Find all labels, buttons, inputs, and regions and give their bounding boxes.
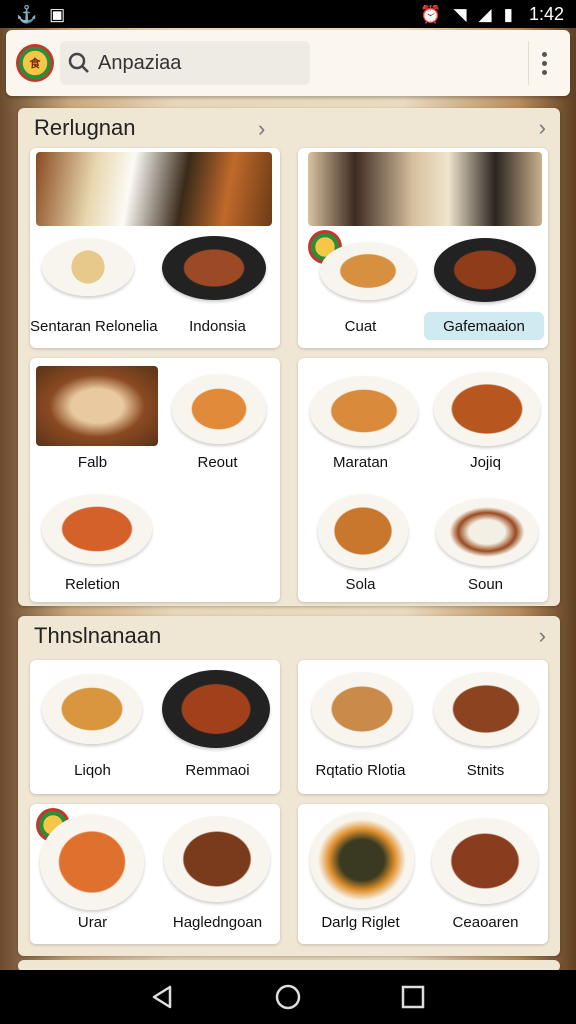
food-card[interactable]: Rqtatio Rlotia Stnits bbox=[298, 660, 548, 794]
dish-label: Hagledngoan bbox=[172, 914, 263, 931]
app-logo-icon[interactable]: 食 bbox=[16, 44, 54, 82]
battery-icon: ▮ bbox=[503, 4, 513, 24]
dish-image bbox=[42, 674, 142, 744]
section-title: Rerlugnan bbox=[34, 115, 136, 140]
food-card[interactable]: Maratan Jojiq Sola Soun bbox=[298, 358, 548, 602]
dish-image bbox=[436, 498, 538, 566]
dish-label: Indonsia bbox=[189, 318, 246, 335]
usb-icon: ⚓ bbox=[16, 4, 38, 24]
food-card[interactable]: Liqoh Remmaoi bbox=[30, 660, 280, 794]
dish-label: Darlg Riglet bbox=[321, 914, 400, 931]
chevron-right-icon[interactable]: › bbox=[539, 115, 546, 141]
search-icon[interactable] bbox=[66, 50, 92, 76]
home-icon[interactable] bbox=[273, 982, 303, 1012]
back-icon[interactable] bbox=[148, 982, 178, 1012]
food-photo bbox=[308, 152, 542, 226]
section-header: Rerlugnan › › bbox=[18, 108, 560, 148]
dish-label: Jojiq bbox=[470, 454, 501, 471]
alarm-icon: ⏰ bbox=[420, 4, 442, 24]
dish-label: Ceaoaren bbox=[452, 914, 519, 931]
food-photo bbox=[36, 152, 272, 226]
dish-label: Reletion bbox=[64, 576, 121, 593]
search-query[interactable]: Anpaziaa bbox=[98, 52, 181, 75]
chevron-right-icon[interactable]: › bbox=[258, 116, 265, 142]
section-header: Thnslnanaan › bbox=[18, 616, 560, 656]
recents-icon[interactable] bbox=[398, 982, 428, 1012]
section-popular: Thnslnanaan › Liqoh Remmaoi Rqtatio Rlot… bbox=[18, 616, 560, 956]
dish-image bbox=[434, 672, 538, 746]
dish-image bbox=[312, 672, 412, 746]
dish-label: Maratan bbox=[332, 454, 389, 471]
dish-image bbox=[40, 814, 144, 910]
more-vert-icon[interactable] bbox=[528, 41, 560, 85]
dish-label: Sola bbox=[345, 576, 376, 593]
dish-label: Falb bbox=[77, 454, 108, 471]
search-box[interactable]: Anpaziaa bbox=[60, 41, 310, 85]
chevron-right-icon[interactable]: › bbox=[539, 623, 546, 649]
food-card[interactable]: Urar Hagledngoan bbox=[30, 804, 280, 944]
dish-image bbox=[42, 238, 134, 296]
clock: 1:42 bbox=[528, 3, 564, 24]
dish-image bbox=[432, 818, 538, 904]
food-card[interactable]: Falb Reout Reletion bbox=[30, 358, 280, 602]
status-bar: ⚓ ▣ ⏰ ◥ ◢ ▮ 1:42 bbox=[0, 0, 576, 28]
screenshot-icon: ▣ bbox=[49, 4, 66, 24]
section-title: Thnslnanaan bbox=[34, 623, 162, 648]
dish-image bbox=[320, 242, 416, 300]
dish-label: Urar bbox=[77, 914, 108, 931]
dish-image bbox=[164, 816, 270, 902]
dish-label: Remmaoi bbox=[185, 762, 250, 779]
food-card[interactable]: Sentaran Relonelia Indonsia bbox=[30, 148, 280, 348]
dish-label: Rqtatio Rlotia bbox=[315, 762, 406, 779]
dish-image bbox=[310, 812, 414, 908]
dish-label: Sentaran Relonelia bbox=[30, 318, 158, 335]
dish-label: Stnits bbox=[466, 762, 505, 779]
section-recommended: Rerlugnan › › Sentaran Relonelia Indonsi… bbox=[18, 108, 560, 606]
dish-image bbox=[172, 374, 266, 444]
wifi-icon: ◥ bbox=[453, 4, 467, 24]
selected-dish-chip[interactable]: Gafemaaion bbox=[424, 312, 544, 340]
food-card[interactable]: Darlg Riglet Ceaoaren bbox=[298, 804, 548, 944]
food-photo bbox=[36, 366, 158, 446]
dish-image bbox=[318, 494, 408, 568]
dish-image bbox=[434, 372, 540, 446]
dish-label: Reout bbox=[197, 454, 238, 471]
dish-image bbox=[310, 376, 418, 446]
system-nav-bar bbox=[0, 970, 576, 1024]
dish-image bbox=[162, 236, 266, 300]
signal-icon: ◢ bbox=[478, 4, 492, 24]
dish-label: Cuat bbox=[344, 318, 377, 335]
dish-label: Liqoh bbox=[74, 762, 111, 779]
dish-label: Soun bbox=[467, 576, 504, 593]
dish-image bbox=[162, 670, 270, 748]
dish-image bbox=[42, 494, 152, 564]
top-app-bar: 食 Anpaziaa bbox=[6, 30, 570, 96]
dish-image bbox=[434, 238, 536, 302]
food-card[interactable]: Cuat Gafemaaion bbox=[298, 148, 548, 348]
